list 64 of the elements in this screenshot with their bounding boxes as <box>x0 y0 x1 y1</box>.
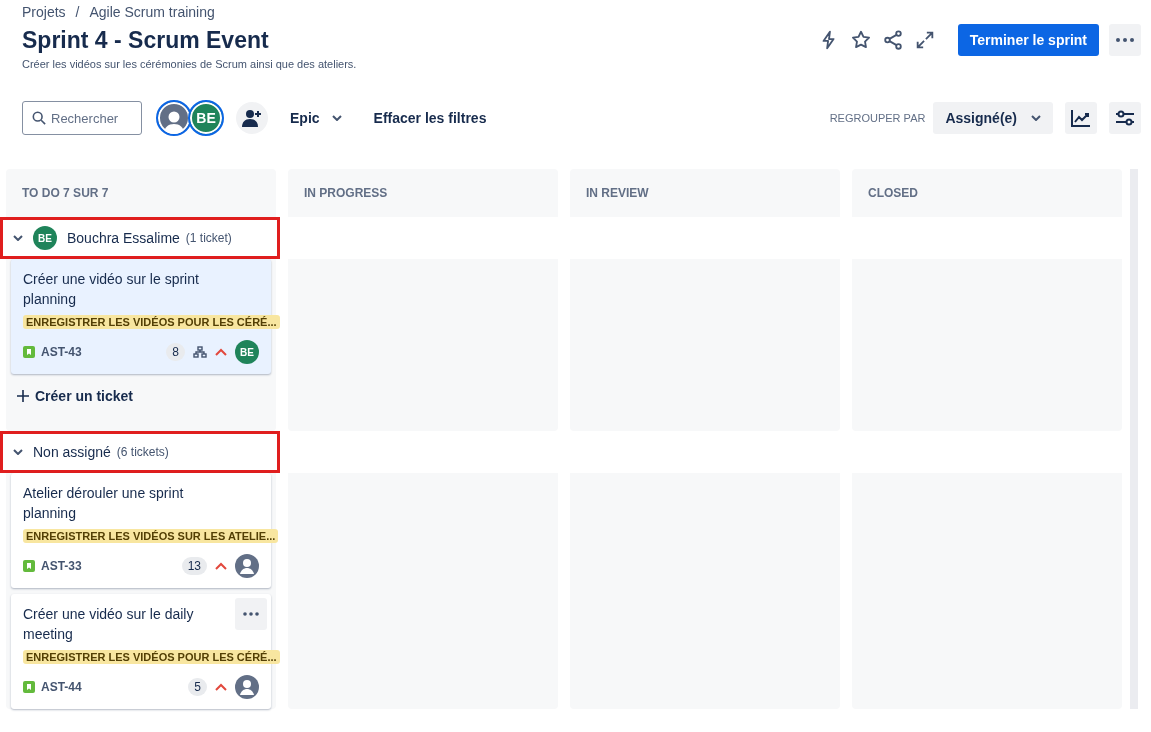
more-button[interactable] <box>1109 24 1141 56</box>
ticket-count: (6 tickets) <box>116 445 169 459</box>
avatar-filter[interactable]: BE <box>188 100 224 136</box>
view-settings-button[interactable] <box>1109 102 1141 134</box>
column-title: IN REVIEW <box>586 186 649 200</box>
sprint-title: Sprint 4 - Scrum Event <box>22 27 270 54</box>
person-icon <box>163 110 185 134</box>
issue-key: AST-44 <box>41 680 82 694</box>
story-icon <box>23 346 35 358</box>
group-by-dropdown[interactable]: Assigné(e) <box>933 102 1053 134</box>
chevron-down-icon <box>331 115 342 121</box>
sliders-icon <box>1115 109 1135 127</box>
breadcrumb-link[interactable]: Agile Scrum training <box>89 4 215 20</box>
chevron-down-icon <box>13 449 23 455</box>
chart-icon <box>1071 109 1091 127</box>
swimlane-name: Non assigné <box>33 444 111 460</box>
epic-filter-dropdown[interactable]: Epic <box>280 110 352 126</box>
column-title: IN PROGRESS <box>304 186 388 200</box>
create-issue-button[interactable]: Créer un ticket <box>11 380 271 412</box>
story-icon <box>23 560 35 572</box>
unassigned-avatar-icon <box>235 554 259 578</box>
breadcrumb-link[interactable]: Projets <box>22 4 66 20</box>
issue-title: Créer une vidéo sur le sprint planning <box>23 270 200 309</box>
swimlane-header[interactable]: Non assigné (6 tickets) <box>0 431 280 473</box>
more-icon <box>243 612 259 616</box>
assignee-avatar: BE <box>235 340 259 364</box>
issue-title: Créer une vidéo sur le daily meeting <box>23 605 195 644</box>
epic-label: ENREGISTRER LES VIDÉOS SUR LES ATELIE... <box>23 529 279 543</box>
complete-sprint-button[interactable]: Terminer le sprint <box>957 24 1099 56</box>
clear-filters-button[interactable]: Effacer les filtres <box>363 110 497 126</box>
sprint-goal: Créer les vidéos sur les cérémonies de Scrum ainsi que des ateliers. <box>22 58 357 70</box>
story-icon <box>23 681 35 693</box>
ticket-count: (1 ticket) <box>185 231 232 245</box>
chevron-down-icon <box>1031 115 1041 121</box>
story-points: 13 <box>181 557 207 575</box>
priority-high-icon <box>215 562 227 570</box>
search-icon <box>32 111 46 125</box>
swimlane-name: Bouchra Essalime <box>67 230 180 246</box>
issue-key: AST-33 <box>41 559 82 573</box>
share-icon[interactable] <box>881 29 904 51</box>
star-icon[interactable] <box>849 29 872 51</box>
issue-title: Atelier dérouler une sprint planning <box>23 484 185 523</box>
issue-key: AST-43 <box>41 345 82 359</box>
group-by-label: REGROUPER PAR <box>829 112 926 124</box>
insights-button[interactable] <box>1065 102 1097 134</box>
avatar: BE <box>33 226 57 250</box>
column-title: TO DO 7 SUR 7 <box>22 186 109 200</box>
column-title: CLOSED <box>868 186 918 200</box>
epic-label: ENREGISTRER LES VIDÉOS POUR LES CÉRÉ... <box>23 315 280 329</box>
search-field[interactable]: Rechercher <box>22 101 142 135</box>
add-person-icon <box>242 109 262 127</box>
avatar-filter[interactable] <box>156 100 192 136</box>
plus-icon <box>17 390 29 402</box>
unassigned-avatar-icon <box>235 675 259 699</box>
chevron-down-icon <box>13 235 23 241</box>
breadcrumb-separator: / <box>75 4 80 20</box>
story-points: 8 <box>166 343 185 361</box>
priority-high-icon <box>215 348 227 356</box>
more-icon <box>1116 38 1134 42</box>
epic-label: ENREGISTRER LES VIDÉOS POUR LES CÉRÉ... <box>23 650 280 664</box>
story-points: 5 <box>188 678 207 696</box>
card-menu-button[interactable] <box>235 598 267 630</box>
priority-high-icon <box>215 683 227 691</box>
add-people-button[interactable] <box>236 102 268 134</box>
